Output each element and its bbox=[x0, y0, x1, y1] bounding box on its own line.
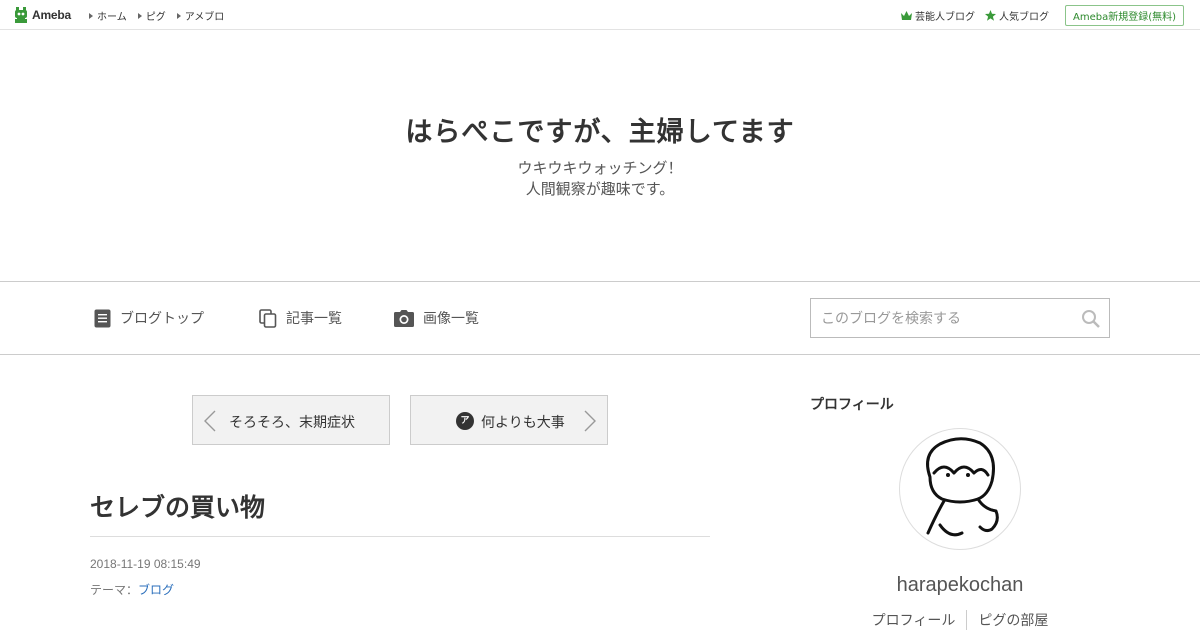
nav-entry-list[interactable]: 記事一覧 bbox=[259, 308, 342, 328]
star-icon bbox=[984, 10, 996, 21]
camera-icon bbox=[394, 309, 414, 327]
triangle-right-icon bbox=[89, 12, 93, 19]
prev-entry-button[interactable]: そろそろ、末期症状 bbox=[192, 395, 390, 445]
chevron-left-icon bbox=[204, 410, 216, 432]
search-icon[interactable] bbox=[1081, 309, 1101, 329]
top-nav-home[interactable]: ホーム bbox=[89, 8, 127, 23]
top-nav-ameblo[interactable]: アメブロ bbox=[176, 8, 225, 23]
avatar-drawing bbox=[926, 437, 999, 537]
profile-link[interactable]: プロフィール bbox=[861, 610, 967, 630]
blog-nav-bar: ブログトップ 記事一覧 画像一覧 bbox=[0, 282, 1200, 355]
triangle-right-icon bbox=[176, 12, 181, 19]
top-nav: ホーム ピグ アメブロ bbox=[89, 8, 224, 23]
celebrity-blog-link[interactable]: 芸能人ブログ bbox=[900, 8, 975, 23]
nav-image-list[interactable]: 画像一覧 bbox=[394, 308, 479, 328]
copy-pages-icon bbox=[259, 308, 277, 328]
logo-text: Ameba bbox=[32, 8, 72, 22]
nav-blog-top[interactable]: ブログトップ bbox=[94, 308, 204, 328]
nav-blog-top-label: ブログトップ bbox=[120, 311, 204, 327]
ameba-mascot-icon bbox=[15, 7, 27, 23]
entry-theme-label: テーマ： bbox=[90, 583, 139, 597]
top-right-links: 芸能人ブログ 人気ブログ Ameba新規登録(無料) bbox=[900, 5, 1184, 26]
entry-theme-link[interactable]: ブログ bbox=[138, 583, 174, 597]
top-nav-pigg[interactable]: ピグ bbox=[137, 8, 166, 23]
nav-entry-list-label: 記事一覧 bbox=[286, 311, 342, 327]
popular-blog-label: 人気ブログ bbox=[998, 12, 1049, 23]
profile-links: プロフィール ピグの部屋 bbox=[810, 610, 1110, 630]
ameba-logo[interactable]: Ameba bbox=[13, 6, 71, 24]
pigg-room-link[interactable]: ピグの部屋 bbox=[966, 610, 1059, 630]
profile-heading: プロフィール bbox=[810, 397, 894, 413]
top-bar: Ameba ホーム ピグ アメブロ 芸能人ブログ 人気ブログ Ameba新規登録… bbox=[0, 0, 1200, 30]
blog-search-box bbox=[810, 298, 1110, 338]
top-nav-home-label: ホーム bbox=[97, 12, 127, 23]
next-entry-label: 何よりも大事 bbox=[481, 415, 565, 431]
prev-entry-label: そろそろ、末期症状 bbox=[229, 415, 355, 431]
blog-header: はらぺこですが、主婦してます ウキウキウォッチング！ 人間観察が趣味です。 bbox=[0, 30, 1200, 282]
next-entry-button[interactable]: ア 何よりも大事 bbox=[410, 395, 608, 445]
blog-title[interactable]: はらぺこですが、主婦してます bbox=[0, 110, 1200, 149]
entry-title[interactable]: セレブの買い物 bbox=[90, 488, 265, 524]
blog-description: ウキウキウォッチング！ 人間観察が趣味です。 bbox=[0, 158, 1200, 200]
nav-image-list-label: 画像一覧 bbox=[423, 311, 479, 327]
crown-icon bbox=[900, 11, 912, 20]
celebrity-blog-label: 芸能人ブログ bbox=[914, 12, 975, 23]
entry-divider bbox=[90, 536, 710, 537]
entry-theme: テーマ：ブログ bbox=[90, 581, 174, 598]
blog-description-line-1: ウキウキウォッチング！ bbox=[517, 159, 683, 177]
profile-username[interactable]: harapekochan bbox=[810, 574, 1110, 597]
blog-description-line-2: 人間観察が趣味です。 bbox=[525, 180, 675, 198]
entry-date: 2018-11-19 08:15:49 bbox=[90, 557, 201, 571]
top-nav-ameblo-label: アメブロ bbox=[184, 12, 225, 23]
register-button[interactable]: Ameba新規登録(無料) bbox=[1064, 5, 1184, 26]
avatar[interactable] bbox=[899, 428, 1021, 550]
triangle-right-icon bbox=[137, 12, 142, 19]
ameba-badge-icon: ア bbox=[456, 412, 474, 430]
top-nav-pigg-label: ピグ bbox=[145, 12, 166, 23]
document-icon bbox=[94, 309, 111, 327]
blog-search-input[interactable] bbox=[821, 309, 1071, 329]
chevron-right-icon bbox=[584, 410, 596, 432]
popular-blog-link[interactable]: 人気ブログ bbox=[984, 8, 1049, 23]
